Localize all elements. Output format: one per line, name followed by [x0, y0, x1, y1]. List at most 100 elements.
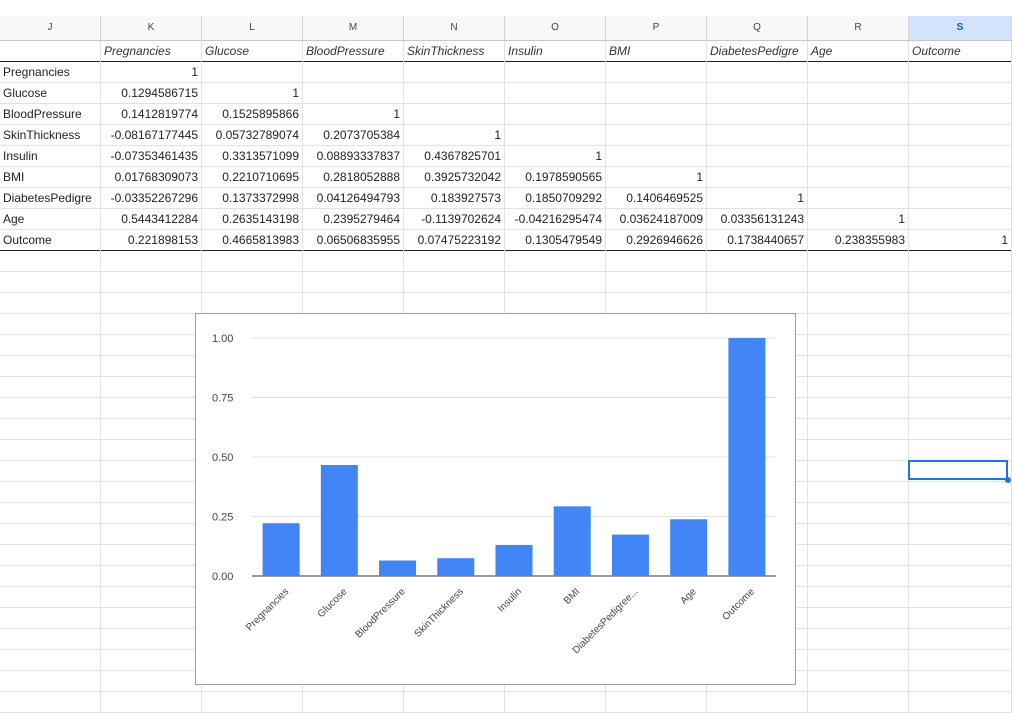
value-cell[interactable]	[707, 104, 808, 125]
empty-cell[interactable]	[101, 650, 202, 671]
column-label-cell[interactable]: Pregnancies	[101, 41, 202, 62]
value-cell[interactable]: 1	[707, 188, 808, 209]
empty-cell[interactable]	[101, 335, 202, 356]
empty-cell[interactable]	[101, 251, 202, 272]
empty-cell[interactable]	[909, 419, 1012, 440]
empty-cell[interactable]	[404, 692, 505, 713]
empty-cell[interactable]	[202, 251, 303, 272]
empty-cell[interactable]	[101, 482, 202, 503]
value-cell[interactable]	[505, 104, 606, 125]
value-cell[interactable]	[808, 125, 909, 146]
empty-cell[interactable]	[0, 377, 101, 398]
empty-cell[interactable]	[0, 650, 101, 671]
value-cell[interactable]	[606, 104, 707, 125]
value-cell[interactable]: 0.1412819774	[101, 104, 202, 125]
value-cell[interactable]: 1	[404, 125, 505, 146]
value-cell[interactable]	[808, 188, 909, 209]
column-header-p[interactable]: P	[606, 16, 707, 40]
empty-cell[interactable]	[202, 692, 303, 713]
empty-cell[interactable]	[808, 650, 909, 671]
empty-cell[interactable]	[0, 587, 101, 608]
value-cell[interactable]: 0.1738440657	[707, 230, 808, 251]
value-cell[interactable]	[606, 125, 707, 146]
empty-cell[interactable]	[303, 251, 404, 272]
empty-cell[interactable]	[101, 356, 202, 377]
empty-cell[interactable]	[909, 629, 1012, 650]
empty-cell[interactable]	[0, 314, 101, 335]
empty-cell[interactable]	[101, 587, 202, 608]
empty-cell[interactable]	[0, 503, 101, 524]
value-cell[interactable]: 0.2818052888	[303, 167, 404, 188]
empty-cell[interactable]	[909, 293, 1012, 314]
value-cell[interactable]: 0.01768309073	[101, 167, 202, 188]
column-label-cell[interactable]: Age	[808, 41, 909, 62]
value-cell[interactable]	[909, 167, 1012, 188]
empty-cell[interactable]	[0, 545, 101, 566]
value-cell[interactable]: 0.238355983	[808, 230, 909, 251]
empty-cell[interactable]	[0, 251, 101, 272]
empty-cell[interactable]	[606, 272, 707, 293]
value-cell[interactable]	[505, 83, 606, 104]
empty-cell[interactable]	[101, 398, 202, 419]
value-cell[interactable]	[909, 146, 1012, 167]
empty-cell[interactable]	[909, 377, 1012, 398]
value-cell[interactable]	[909, 83, 1012, 104]
value-cell[interactable]: -0.1139702624	[404, 209, 505, 230]
column-header-q[interactable]: Q	[707, 16, 808, 40]
empty-cell[interactable]	[404, 293, 505, 314]
value-cell[interactable]: 0.2635143198	[202, 209, 303, 230]
empty-cell[interactable]	[909, 503, 1012, 524]
value-cell[interactable]: 1	[303, 104, 404, 125]
value-cell[interactable]	[808, 62, 909, 83]
value-cell[interactable]: 1	[808, 209, 909, 230]
empty-cell[interactable]	[909, 482, 1012, 503]
empty-cell[interactable]	[808, 314, 909, 335]
empty-cell[interactable]	[909, 314, 1012, 335]
fill-handle[interactable]	[1005, 477, 1011, 483]
value-cell[interactable]	[909, 125, 1012, 146]
column-header-r[interactable]: R	[808, 16, 909, 40]
empty-cell[interactable]	[909, 587, 1012, 608]
value-cell[interactable]	[707, 62, 808, 83]
row-label-cell[interactable]: SkinThickness	[0, 125, 101, 146]
bar-chart[interactable]: 0.00 0.25 0.50 0.75 1.00 Pregnancies Glucose Bl…	[195, 313, 796, 685]
empty-cell[interactable]	[101, 608, 202, 629]
empty-cell[interactable]	[606, 293, 707, 314]
empty-cell[interactable]	[0, 671, 101, 692]
value-cell[interactable]: 0.5443412284	[101, 209, 202, 230]
empty-cell[interactable]	[101, 314, 202, 335]
empty-cell[interactable]	[606, 251, 707, 272]
empty-cell[interactable]	[101, 692, 202, 713]
empty-cell[interactable]	[0, 482, 101, 503]
value-cell[interactable]: 0.1305479549	[505, 230, 606, 251]
empty-cell[interactable]	[909, 272, 1012, 293]
value-cell[interactable]: 0.07475223192	[404, 230, 505, 251]
empty-cell[interactable]	[808, 629, 909, 650]
value-cell[interactable]	[808, 83, 909, 104]
corner-cell[interactable]	[0, 41, 101, 62]
empty-cell[interactable]	[707, 251, 808, 272]
column-label-cell[interactable]: BloodPressure	[303, 41, 404, 62]
value-cell[interactable]	[707, 167, 808, 188]
empty-cell[interactable]	[808, 440, 909, 461]
empty-cell[interactable]	[101, 671, 202, 692]
value-cell[interactable]: 0.1294586715	[101, 83, 202, 104]
value-cell[interactable]: 0.1406469525	[606, 188, 707, 209]
value-cell[interactable]: 0.4665813983	[202, 230, 303, 251]
value-cell[interactable]	[303, 83, 404, 104]
value-cell[interactable]: 0.1373372998	[202, 188, 303, 209]
empty-cell[interactable]	[0, 524, 101, 545]
value-cell[interactable]	[808, 146, 909, 167]
value-cell[interactable]: 0.3925732042	[404, 167, 505, 188]
empty-cell[interactable]	[101, 524, 202, 545]
row-label-cell[interactable]: Insulin	[0, 146, 101, 167]
value-cell[interactable]: 1	[505, 146, 606, 167]
value-cell[interactable]: 0.3313571099	[202, 146, 303, 167]
column-label-cell[interactable]: SkinThickness	[404, 41, 505, 62]
value-cell[interactable]	[909, 209, 1012, 230]
value-cell[interactable]	[606, 83, 707, 104]
empty-cell[interactable]	[808, 377, 909, 398]
active-cell-selection[interactable]	[908, 460, 1008, 480]
empty-cell[interactable]	[808, 335, 909, 356]
empty-cell[interactable]	[808, 251, 909, 272]
